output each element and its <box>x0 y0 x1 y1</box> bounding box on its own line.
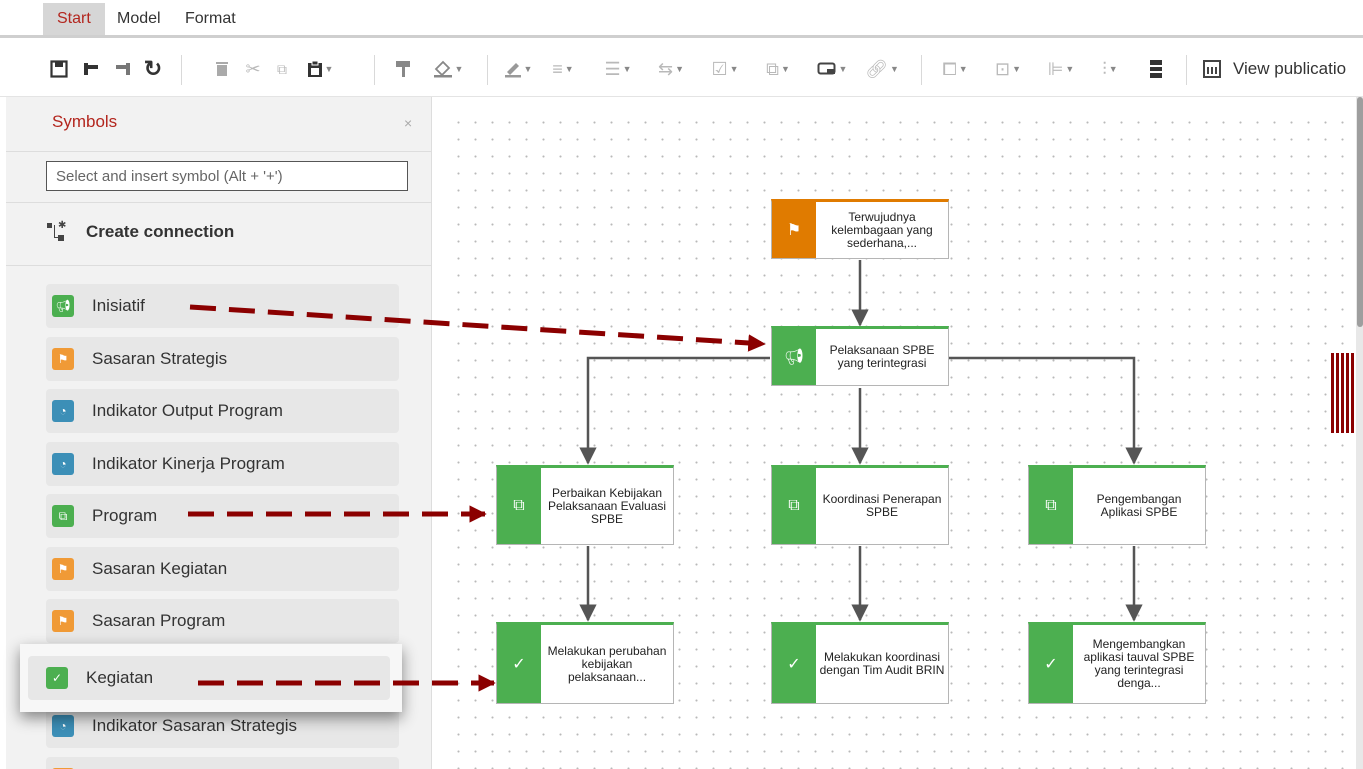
shape-style-icon[interactable]: ⧉ ▼ <box>760 56 796 82</box>
create-connection-button[interactable]: ✱ Create connection <box>46 220 235 243</box>
megaphone-icon: 📢︎ <box>772 329 816 385</box>
panel-title: Symbols <box>52 112 118 131</box>
view-publication-button[interactable]: View publicatio <box>1203 56 1346 82</box>
delete-icon[interactable] <box>212 56 232 82</box>
toolbar-separator <box>1186 55 1187 85</box>
line-style-icon[interactable]: ≡ ▼ <box>545 56 581 82</box>
edit-shape-icon[interactable]: ☑ ▼ <box>707 56 743 82</box>
fill-color-icon[interactable]: ▼ <box>426 56 470 82</box>
gauge-icon: ◔ <box>52 400 74 422</box>
gauge-icon: ◔ <box>52 715 74 737</box>
diagram-node-activity-3[interactable]: ✓ Mengembangkan aplikasi tauval SPBE yan… <box>1028 622 1206 704</box>
flag-icon: ⚑ <box>772 202 816 258</box>
symbol-item-label: Indikator Output Program <box>92 401 283 420</box>
symbol-item-sasaran-kegiatan[interactable]: ⚑ Sasaran Kegiatan <box>46 547 399 591</box>
cut-icon[interactable]: ✂ <box>243 56 263 82</box>
save-icon[interactable] <box>48 56 70 82</box>
distribute-icon[interactable]: ⫶ ▼ <box>1092 56 1128 82</box>
symbol-item-label: Indikator Sasaran Strategis <box>92 716 298 735</box>
clipboard-check-icon: ✓ <box>497 625 541 703</box>
arrow-style-icon[interactable]: ⇆ ▼ <box>653 56 689 82</box>
tab-start[interactable]: Start <box>43 3 105 35</box>
menu-bar: Start Model Format <box>0 0 1363 38</box>
page-layout-icon[interactable] <box>1146 56 1166 82</box>
paste-icon[interactable]: ▼ <box>300 56 340 82</box>
program-stack-icon: ⧉ <box>497 468 541 544</box>
megaphone-icon: 📢︎ <box>52 295 74 317</box>
diagram-node-program-1[interactable]: ⧉ Perbaikan Kebijakan Pelaksanaan Evalua… <box>496 465 674 545</box>
close-icon[interactable]: × <box>404 115 412 131</box>
symbol-item-label: Sasaran Program <box>92 611 226 630</box>
node-label: Pengembangan Aplikasi SPBE <box>1096 492 1182 519</box>
program-stack-icon: ⧉ <box>772 468 816 544</box>
shape-outline-icon[interactable]: ▼ <box>812 56 852 82</box>
diagram-node-initiative[interactable]: 📢︎ Pelaksanaan SPBE yang terintegrasi <box>771 326 949 386</box>
flag-icon: ⚑ <box>52 348 74 370</box>
refresh-icon[interactable]: ↻ <box>142 56 164 82</box>
toolbar-separator <box>921 55 922 85</box>
view-publication-label: View publicatio <box>1233 59 1347 78</box>
view-publication-icon <box>1203 60 1221 78</box>
annotation-marker <box>1331 353 1356 433</box>
line-color-icon[interactable]: ▼ <box>498 56 538 82</box>
connection-icon: ✱ <box>46 220 66 243</box>
format-painter-icon[interactable] <box>392 56 414 82</box>
symbol-item-indikator-output-program[interactable]: ◔ Indikator Output Program <box>46 389 399 433</box>
symbol-item-label: Sasaran Kegiatan <box>92 559 228 578</box>
node-label: Pelaksanaan SPBE yang terintegrasi <box>829 343 935 370</box>
clipboard-check-icon: ✓ <box>46 667 68 689</box>
redo-icon[interactable] <box>112 56 134 82</box>
node-label: Koordinasi Penerapan SPBE <box>822 492 942 519</box>
node-label: Perbaikan Kebijakan Pelaksanaan Evaluasi… <box>547 485 667 526</box>
node-label: Melakukan koordinasi dengan Tim Audit BR… <box>819 650 945 677</box>
undo-icon[interactable] <box>80 56 102 82</box>
clipboard-check-icon: ✓ <box>772 625 816 703</box>
node-label: Terwujudnya kelembagaan yang sederhana,.… <box>831 209 933 250</box>
size-icon[interactable]: ⊡ ▼ <box>990 56 1026 82</box>
gauge-icon: ◔ <box>52 453 74 475</box>
create-connection-label: Create connection <box>86 222 235 241</box>
symbol-item-label: Indikator Kinerja Program <box>92 454 285 473</box>
symbol-item-kegiatan[interactable]: ✓ Kegiatan <box>20 644 402 712</box>
app-window: Start Model Format ↻ ✂ ⧉ ▼ ▼ ▼ ≡ ▼ ☰ ▼ ⇆… <box>0 0 1363 769</box>
divider <box>6 202 431 203</box>
arrange-icon[interactable]: ⧠ ▼ <box>937 56 973 82</box>
program-stack-icon: ⧉ <box>52 505 74 527</box>
line-weight-icon[interactable]: ☰ ▼ <box>600 56 636 82</box>
scrollbar-thumb[interactable] <box>1357 97 1363 327</box>
toolbar-separator <box>487 55 488 85</box>
toolbar-separator <box>181 55 182 85</box>
symbol-item-partial[interactable] <box>46 757 399 769</box>
diagram-node-program-2[interactable]: ⧉ Koordinasi Penerapan SPBE <box>771 465 949 545</box>
program-stack-icon: ⧉ <box>1029 468 1073 544</box>
clipboard-check-icon: ✓ <box>1029 625 1073 703</box>
target-flag-icon: ⚑ <box>52 558 74 580</box>
toolbar: ↻ ✂ ⧉ ▼ ▼ ▼ ≡ ▼ ☰ ▼ ⇆ ▼ ☑ ▼ ⧉ ▼ ▼ 🔗︎ ▼ ⧠ ▼ ⊡ ▼ <box>0 41 1363 97</box>
diagram-node-goal[interactable]: ⚑ Terwujudnya kelembagaan yang sederhana… <box>771 199 949 259</box>
copy-icon[interactable]: ⧉ <box>272 56 292 82</box>
symbol-item-inisiatif[interactable]: 📢︎ Inisiatif <box>46 284 399 328</box>
toolbar-separator <box>374 55 375 85</box>
diagram-node-activity-2[interactable]: ✓ Melakukan koordinasi dengan Tim Audit … <box>771 622 949 704</box>
symbol-item-label: Sasaran Strategis <box>92 349 228 368</box>
diagram-node-program-3[interactable]: ⧉ Pengembangan Aplikasi SPBE <box>1028 465 1206 545</box>
symbol-item-indikator-kinerja-program[interactable]: ◔ Indikator Kinerja Program <box>46 442 399 486</box>
link-icon[interactable]: 🔗︎ ▼ <box>864 56 900 82</box>
symbol-item-sasaran-strategis[interactable]: ⚑ Sasaran Strategis <box>46 337 399 381</box>
divider <box>6 265 431 266</box>
symbol-item-program[interactable]: ⧉ Program <box>46 494 399 538</box>
diagram-node-activity-1[interactable]: ✓ Melakukan perubahan kebijakan pelaksan… <box>496 622 674 704</box>
align-icon[interactable]: ⊫ ▼ <box>1043 56 1079 82</box>
tab-model[interactable]: Model <box>103 3 175 35</box>
symbol-search-input[interactable] <box>46 161 408 191</box>
tab-format[interactable]: Format <box>171 3 250 35</box>
node-label: Melakukan perubahan kebijakan pelaksanaa… <box>547 643 667 684</box>
node-label: Mengembangkan aplikasi tauval SPBE yang … <box>1083 637 1195 690</box>
symbol-item-sasaran-program[interactable]: ⚑ Sasaran Program <box>46 599 399 643</box>
target-flag-icon: ⚑ <box>52 610 74 632</box>
symbol-item-label: Kegiatan <box>86 668 154 687</box>
symbol-item-label: Inisiatif <box>92 296 145 315</box>
divider <box>6 151 431 152</box>
symbol-item-label: Program <box>92 506 158 525</box>
